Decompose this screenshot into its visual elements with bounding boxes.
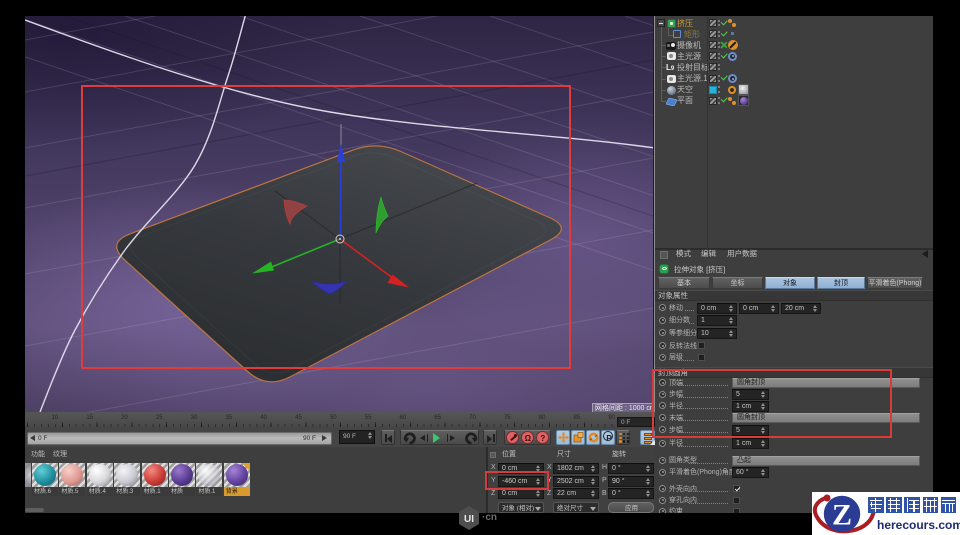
svg-text:Z: Z <box>832 499 852 532</box>
svg-text:UI: UI <box>464 514 474 525</box>
